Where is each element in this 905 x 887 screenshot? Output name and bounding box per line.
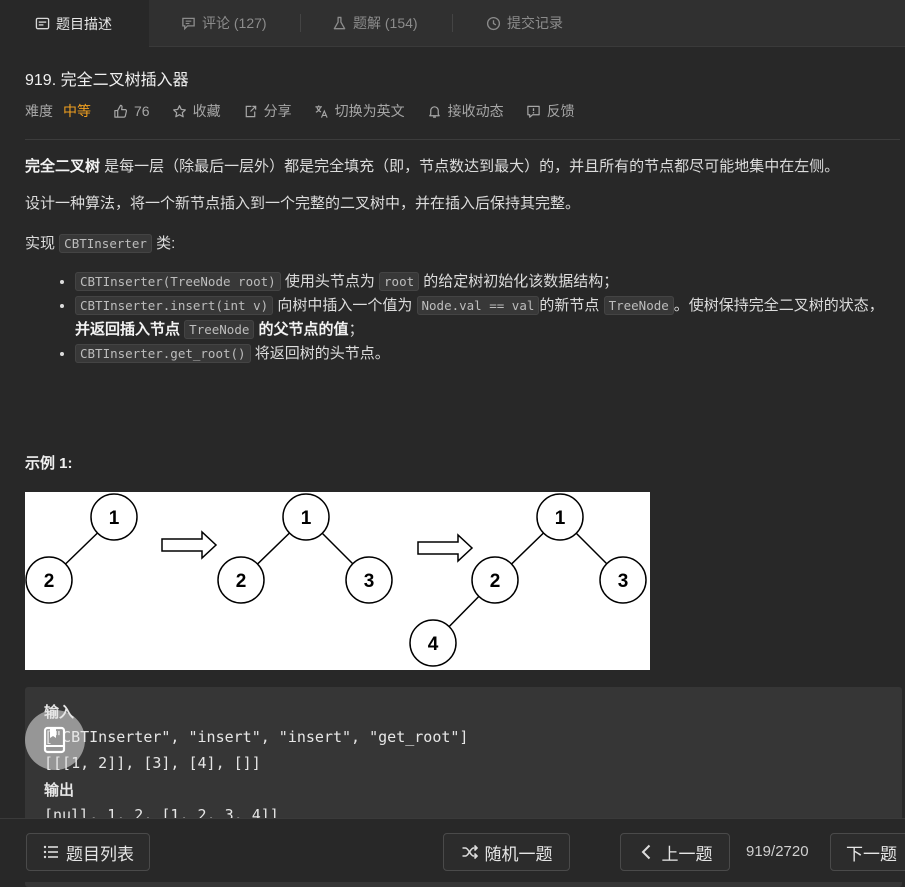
tree-node-label: 2 bbox=[44, 571, 55, 592]
share-label: 分享 bbox=[263, 103, 292, 119]
list-text: 将返回树的头节点。 bbox=[250, 345, 390, 362]
description-paragraph: 实现 CBTInserter 类: bbox=[25, 232, 895, 256]
bottom-toolbar: 题目列表 随机一题 上一题 919/2720 下一题 bbox=[0, 818, 905, 882]
subscribe-button[interactable]: 接收动态 bbox=[427, 101, 504, 121]
difficulty-label: 难度 bbox=[25, 103, 53, 119]
tree-node-label: 3 bbox=[618, 571, 629, 592]
random-problem-button[interactable]: 随机一题 bbox=[443, 833, 570, 871]
feedback-label: 反馈 bbox=[546, 103, 575, 119]
share-icon bbox=[245, 105, 256, 117]
next-problem-button[interactable]: 下一题 bbox=[830, 833, 905, 871]
arrow-icon bbox=[417, 533, 474, 563]
tab-divider bbox=[300, 14, 301, 32]
switch-language-button[interactable]: 切换为英文 bbox=[314, 101, 405, 121]
list-text: 。使树保持完全二叉树的状态， bbox=[673, 297, 884, 314]
problem-list-label: 题目列表 bbox=[66, 844, 134, 864]
shuffle-icon bbox=[462, 844, 478, 860]
list-text: 使用头节点为 bbox=[280, 273, 380, 290]
share-button[interactable]: 分享 bbox=[243, 101, 292, 121]
description-icon bbox=[35, 17, 50, 30]
list-icon bbox=[43, 845, 58, 859]
problem-title: 919. 完全二叉树插入器 bbox=[25, 72, 189, 89]
inline-code: root bbox=[379, 272, 420, 291]
prev-problem-button[interactable]: 上一题 bbox=[620, 833, 730, 871]
favorite-label: 收藏 bbox=[192, 103, 221, 119]
inline-code: CBTInserter.insert(int v) bbox=[75, 296, 274, 315]
divider bbox=[25, 139, 900, 140]
tab-label: 提交记录 bbox=[507, 15, 563, 31]
next-problem-label: 下一题 bbox=[846, 844, 897, 864]
description-paragraph: 设计一种算法，将一个新节点插入到一个完整的二叉树中，并在插入后保持其完整。 bbox=[25, 192, 895, 216]
term-complete-binary-tree: 完全二叉树 bbox=[25, 158, 101, 175]
example-figure: 1 2 1 2 3 1 2 3 4 bbox=[25, 492, 650, 670]
inline-code: CBTInserter(TreeNode root) bbox=[75, 272, 281, 291]
tab-bar: 题目描述 评论 (127) 题解 (154) 提交记录 bbox=[0, 0, 905, 47]
list-item: CBTInserter.get_root() 将返回树的头节点。 bbox=[75, 342, 895, 366]
list-text: 的给定树初始化该数据结构； bbox=[419, 273, 619, 290]
switch-language-label: 切换为英文 bbox=[334, 103, 405, 119]
problem-description: 完全二叉树 是每一层（除最后一层外）都是完全填充（即，节点数达到最大）的，并且所… bbox=[25, 155, 895, 366]
inline-code: TreeNode bbox=[184, 320, 255, 339]
list-item: CBTInserter.insert(int v) 向树中插入一个值为 Node… bbox=[75, 294, 895, 342]
difficulty-badge: 中等 bbox=[63, 103, 91, 119]
clock-icon bbox=[486, 16, 501, 30]
chevron-left-icon bbox=[641, 844, 650, 860]
subscribe-label: 接收动态 bbox=[447, 103, 504, 119]
star-icon bbox=[172, 104, 186, 117]
list-bold-text: 的父节点的值 bbox=[254, 321, 349, 338]
inline-code: TreeNode bbox=[603, 296, 674, 315]
list-text: 向树中插入一个值为 bbox=[273, 297, 417, 314]
tab-label: 题解 (154) bbox=[353, 15, 418, 31]
description-text: 设计一种算法，将一个新节点插入到一个完整的二叉树中，并在插入后保持其完整。 bbox=[25, 195, 581, 212]
tree-node-label: 1 bbox=[555, 508, 566, 529]
list-text: ； bbox=[348, 321, 364, 338]
thumbs-up-icon bbox=[114, 104, 128, 118]
notes-floating-button[interactable] bbox=[25, 710, 85, 770]
problem-meta: 难度 中等 76 收藏 分享 切换为英文 接收动态 反馈 bbox=[25, 100, 597, 122]
tab-description[interactable]: 题目描述 bbox=[0, 0, 149, 47]
tab-solutions[interactable]: 题解 (154) bbox=[332, 0, 418, 46]
problem-list-button[interactable]: 题目列表 bbox=[26, 833, 150, 871]
tree-node-label: 4 bbox=[428, 634, 439, 655]
inline-code: Node.val == val bbox=[416, 296, 540, 315]
notebook-icon bbox=[43, 726, 66, 754]
tab-divider bbox=[452, 14, 453, 32]
example-title: 示例 1: bbox=[25, 455, 73, 472]
description-paragraph: 完全二叉树 是每一层（除最后一层外）都是完全填充（即，节点数达到最大）的，并且所… bbox=[25, 155, 895, 179]
method-list: CBTInserter(TreeNode root) 使用头节点为 root 的… bbox=[25, 270, 895, 366]
inline-code: CBTInserter.get_root() bbox=[75, 344, 251, 363]
description-text: 实现 bbox=[25, 235, 60, 252]
like-button[interactable]: 76 bbox=[113, 103, 150, 119]
tree-node-label: 3 bbox=[364, 571, 375, 592]
prev-problem-label: 上一题 bbox=[661, 844, 713, 864]
output-label: 输出 bbox=[44, 782, 75, 799]
translate-icon bbox=[314, 104, 328, 118]
tree-node-label: 1 bbox=[109, 508, 120, 529]
description-text: 类: bbox=[151, 235, 176, 252]
list-bold-text: 并返回插入节点 bbox=[75, 321, 185, 338]
random-problem-label: 随机一题 bbox=[484, 844, 553, 864]
inline-code: CBTInserter bbox=[59, 234, 152, 253]
tree-node-label: 1 bbox=[301, 508, 312, 529]
description-text: 是每一层（除最后一层外）都是完全填充（即，节点数达到最大）的，并且所有的节点都尽… bbox=[100, 158, 840, 175]
tab-label: 评论 (127) bbox=[202, 15, 267, 31]
feedback-button[interactable]: 反馈 bbox=[526, 101, 575, 121]
favorite-button[interactable]: 收藏 bbox=[172, 101, 221, 121]
arrow-icon bbox=[161, 530, 218, 560]
list-item: CBTInserter(TreeNode root) 使用头节点为 root 的… bbox=[75, 270, 895, 294]
tree-node-label: 2 bbox=[236, 571, 247, 592]
tree-node-label: 2 bbox=[490, 571, 501, 592]
like-count: 76 bbox=[134, 103, 150, 119]
problem-counter: 919/2720 bbox=[746, 843, 809, 860]
feedback-icon bbox=[526, 105, 540, 118]
tab-label: 题目描述 bbox=[56, 15, 112, 32]
bell-icon bbox=[428, 105, 440, 118]
tab-comments[interactable]: 评论 (127) bbox=[181, 0, 267, 46]
flask-icon bbox=[333, 16, 346, 29]
comment-icon bbox=[182, 17, 195, 30]
tab-submissions[interactable]: 提交记录 bbox=[486, 0, 563, 46]
list-text: 的新节点 bbox=[539, 297, 604, 314]
input-line: ["CBTInserter", "insert", "insert", "get… bbox=[44, 728, 469, 746]
